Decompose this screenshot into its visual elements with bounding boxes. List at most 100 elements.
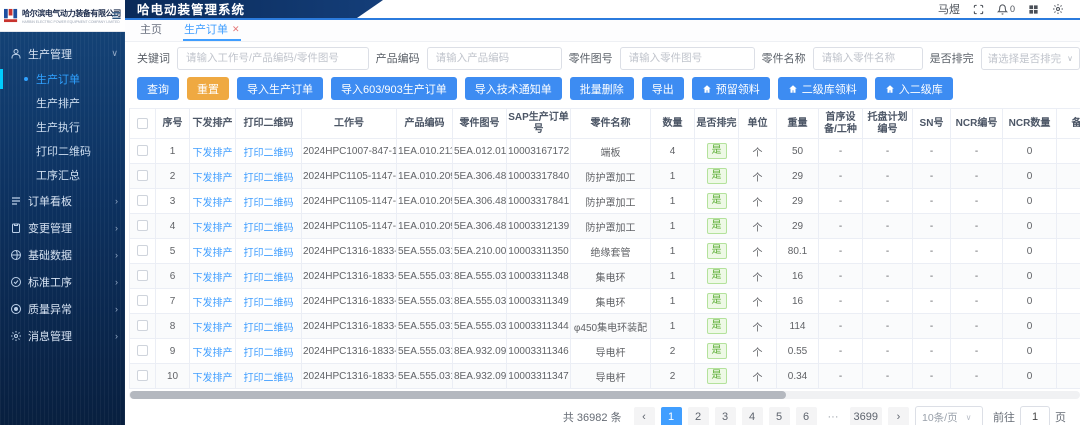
cell-dispatch: 下发排产 xyxy=(190,164,236,189)
dispatch-link[interactable]: 下发排产 xyxy=(193,323,233,334)
print-qrcode-link[interactable]: 打印二维码 xyxy=(244,248,294,259)
sidebar-subitem-生产排产[interactable]: 生产排产 xyxy=(0,91,125,115)
sidebar-item-质量异常[interactable]: 质量异常› xyxy=(0,295,125,322)
table-row: 8下发排产打印二维码2024HPC1316-1833-25EA.555.0312… xyxy=(130,314,1080,339)
dispatch-link[interactable]: 下发排产 xyxy=(193,273,233,284)
goto-page-input[interactable] xyxy=(1020,406,1050,425)
horizontal-scrollbar-thumb[interactable] xyxy=(130,391,786,399)
page-ellipsis[interactable]: ··· xyxy=(823,407,844,425)
button-二级库领料[interactable]: 二级库领料 xyxy=(778,77,867,100)
cell-seq: 6 xyxy=(156,264,190,289)
sidebar-item-标准工序[interactable]: 标准工序› xyxy=(0,268,125,295)
dispatch-link[interactable]: 下发排产 xyxy=(193,223,233,234)
print-qrcode-link[interactable]: 打印二维码 xyxy=(244,298,294,309)
dispatch-link[interactable]: 下发排产 xyxy=(193,198,233,209)
dispatch-link[interactable]: 下发排产 xyxy=(193,248,233,259)
filter-input-关键词[interactable] xyxy=(177,47,369,70)
prev-page-button[interactable]: ‹ xyxy=(634,407,655,425)
dispatch-link[interactable]: 下发排产 xyxy=(193,373,233,384)
cell-scheduled: 是 xyxy=(695,339,739,364)
filter-input-零件图号[interactable] xyxy=(620,47,755,70)
select-all-checkbox[interactable] xyxy=(137,118,148,129)
page-button-2[interactable]: 2 xyxy=(688,407,709,425)
cell-pallet_plan: - xyxy=(863,239,913,264)
filter-input-产品编码[interactable] xyxy=(427,47,562,70)
button-导入603/903生产订单[interactable]: 导入603/903生产订单 xyxy=(331,77,457,100)
dispatch-link[interactable]: 下发排产 xyxy=(193,348,233,359)
button-查询[interactable]: 查询 xyxy=(137,77,179,100)
cell-work_no: 2024HPC1316-1833-2 xyxy=(302,314,397,339)
button-导入生产订单[interactable]: 导入生产订单 xyxy=(237,77,323,100)
row-checkbox[interactable] xyxy=(137,345,148,356)
row-checkbox[interactable] xyxy=(137,320,148,331)
dispatch-link[interactable]: 下发排产 xyxy=(193,148,233,159)
sidebar-subitem-打印二维码[interactable]: 打印二维码 xyxy=(0,139,125,163)
sidebar-subitem-生产执行[interactable]: 生产执行 xyxy=(0,115,125,139)
print-qrcode-link[interactable]: 打印二维码 xyxy=(244,198,294,209)
print-qrcode-link[interactable]: 打印二维码 xyxy=(244,148,294,159)
orders-table-wrap: 序号下发排产打印二维码工作号产品编码零件图号SAP生产订单号零件名称数量是否排完… xyxy=(129,108,1080,389)
sidebar-item-生产管理[interactable]: 生产管理∨ xyxy=(0,40,125,67)
user-name[interactable]: 马煜 xyxy=(938,1,960,17)
row-select-cell xyxy=(130,314,156,339)
button-批量删除[interactable]: 批量删除 xyxy=(570,77,634,100)
tab-主页[interactable]: 主页 xyxy=(139,18,163,41)
row-checkbox[interactable] xyxy=(137,295,148,306)
sidebar: 哈尔滨电气动力装备有限公司 HARBIN ELECTRIC POWER EQUI… xyxy=(0,0,125,425)
scheduled-tag: 是 xyxy=(707,293,727,309)
sidebar-subitem-生产订单[interactable]: 生产订单 xyxy=(0,67,125,91)
close-tab-icon[interactable]: ✕ xyxy=(232,24,240,35)
row-checkbox[interactable] xyxy=(137,370,148,381)
next-page-button[interactable]: › xyxy=(888,407,909,425)
button-重置[interactable]: 重置 xyxy=(187,77,229,100)
print-qrcode-link[interactable]: 打印二维码 xyxy=(244,348,294,359)
button-导入技术通知单[interactable]: 导入技术通知单 xyxy=(465,77,562,100)
row-checkbox[interactable] xyxy=(137,145,148,156)
button-导出[interactable]: 导出 xyxy=(642,77,684,100)
filter-select-是否排完[interactable]: 请选择是否排完∨ xyxy=(981,47,1080,70)
tab-生产订单[interactable]: 生产订单✕ xyxy=(183,18,241,41)
page-button-4[interactable]: 4 xyxy=(742,407,763,425)
cell-seq: 9 xyxy=(156,339,190,364)
print-qrcode-link[interactable]: 打印二维码 xyxy=(244,173,294,184)
row-checkbox[interactable] xyxy=(137,170,148,181)
cell-work_no: 2024HPC1316-1833-2 xyxy=(302,264,397,289)
button-入二级库[interactable]: 入二级库 xyxy=(875,77,953,100)
gear-icon xyxy=(10,330,22,342)
page-button-5[interactable]: 5 xyxy=(769,407,790,425)
row-checkbox[interactable] xyxy=(137,195,148,206)
sidebar-subitem-工序汇总[interactable]: 工序汇总 xyxy=(0,163,125,187)
page-button-3699[interactable]: 3699 xyxy=(850,407,882,425)
row-select-cell xyxy=(130,214,156,239)
row-select-cell xyxy=(130,139,156,164)
page-button-3[interactable]: 3 xyxy=(715,407,736,425)
sidebar-item-基础数据[interactable]: 基础数据› xyxy=(0,241,125,268)
page-button-6[interactable]: 6 xyxy=(796,407,817,425)
bell-icon[interactable]: 0 xyxy=(997,4,1015,15)
page-size-select[interactable]: 10条/页∨ xyxy=(915,406,983,425)
print-qrcode-link[interactable]: 打印二维码 xyxy=(244,273,294,284)
sidebar-item-消息管理[interactable]: 消息管理› xyxy=(0,322,125,349)
goto-label: 前往 xyxy=(993,409,1015,425)
page-button-1[interactable]: 1 xyxy=(661,407,682,425)
dispatch-link[interactable]: 下发排产 xyxy=(193,298,233,309)
button-预留领料[interactable]: 预留领料 xyxy=(692,77,770,100)
cell-ncr_no: - xyxy=(951,339,1003,364)
row-checkbox[interactable] xyxy=(137,270,148,281)
dispatch-link[interactable]: 下发排产 xyxy=(193,173,233,184)
row-checkbox[interactable] xyxy=(137,220,148,231)
horizontal-scrollbar-track[interactable] xyxy=(129,391,1080,399)
fullscreen-icon[interactable] xyxy=(973,4,984,15)
cell-remark: - xyxy=(1057,239,1080,264)
row-checkbox[interactable] xyxy=(137,245,148,256)
apps-grid-icon[interactable] xyxy=(1028,4,1039,15)
filter-input-零件名称[interactable] xyxy=(813,47,923,70)
cell-pallet_plan: - xyxy=(863,364,913,389)
print-qrcode-link[interactable]: 打印二维码 xyxy=(244,323,294,334)
sidebar-item-订单看板[interactable]: 订单看板› xyxy=(0,187,125,214)
print-qrcode-link[interactable]: 打印二维码 xyxy=(244,223,294,234)
cell-sn: - xyxy=(913,264,951,289)
gear-icon[interactable] xyxy=(1052,3,1064,15)
sidebar-item-变更管理[interactable]: 变更管理› xyxy=(0,214,125,241)
print-qrcode-link[interactable]: 打印二维码 xyxy=(244,373,294,384)
